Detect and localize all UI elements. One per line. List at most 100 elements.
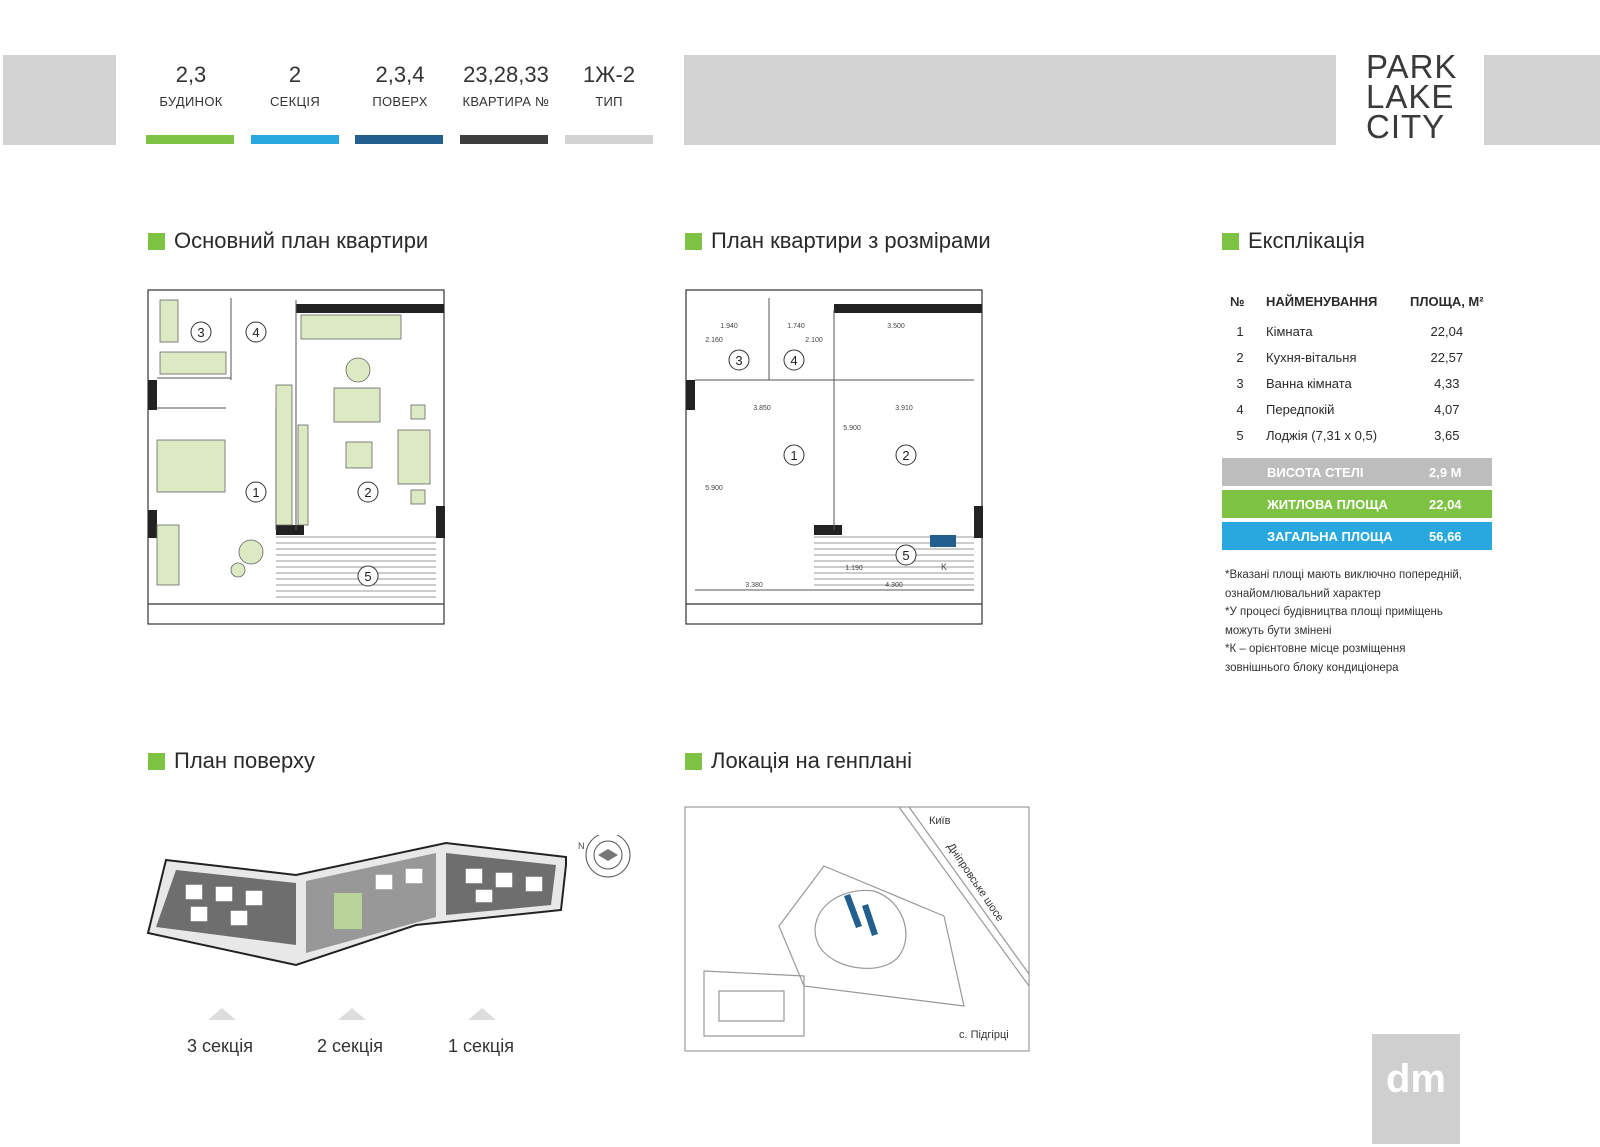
coffee-table (345, 441, 373, 469)
map-label-kyiv: Київ (929, 815, 951, 827)
dining-table (345, 357, 371, 383)
location-title: Локація на генплані (685, 748, 912, 774)
armchair (397, 429, 431, 485)
location-title-text: Локація на генплані (711, 748, 912, 773)
building-bar (146, 135, 234, 144)
total-area-bar: ЗАГАЛЬНА ПЛОЩА 56,66 (1222, 522, 1492, 550)
kitchen-counter (300, 314, 402, 340)
row-number: 5 (1236, 427, 1244, 443)
main-plan-title-text: Основний план квартири (174, 228, 429, 253)
apartment-value: 23,28,33 (463, 62, 549, 87)
dim-label: 2.100 (805, 337, 823, 344)
bathroom-fixture (159, 299, 179, 343)
section-marker (685, 233, 702, 250)
logo-line-3: CITY (1366, 108, 1446, 145)
compass-north-label: N (578, 841, 585, 851)
ceiling-height-bar: ВИСОТА СТЕЛІ 2,9 М (1222, 458, 1492, 486)
row-number: 2 (1236, 349, 1244, 365)
section-marker (148, 753, 165, 770)
table-row: 2 Кухня-вітальня 22,57 (1222, 344, 1492, 370)
room-2-marker: 2 (364, 485, 371, 500)
room-1-marker: 1 (790, 448, 797, 463)
row-area: 4,07 (1434, 401, 1460, 417)
header-apartment: 23,28,33 КВАРТИРА № (460, 60, 552, 109)
room-3-marker: 3 (197, 325, 204, 340)
section-2-arrow-icon (338, 1008, 366, 1020)
footnotes: *Вказані площі мають виключно попередній… (1225, 566, 1505, 677)
dim-label: 1.190 (845, 565, 863, 572)
row-area: 22,04 (1430, 323, 1464, 339)
location-map: Київ Дніпровське шосе с. Підгірці (684, 806, 1030, 1052)
section-marker (1222, 233, 1239, 250)
row-number: 3 (1236, 375, 1244, 391)
header-building: 2,3 БУДИНОК (146, 60, 236, 109)
col-number: № (1230, 293, 1245, 309)
section-1-arrow-icon (468, 1008, 496, 1020)
explication-title-text: Експлікація (1248, 228, 1365, 253)
header-left-block (3, 55, 116, 145)
sofa (333, 387, 381, 423)
living-area-value: 22,04 (1429, 497, 1462, 512)
wardrobe (275, 384, 293, 526)
room-4-marker: 4 (252, 325, 259, 340)
dim-label: 3.380 (745, 582, 763, 589)
row-area: 4,33 (1434, 375, 1460, 391)
dim-label: 5.900 (705, 485, 723, 492)
section-value: 2 (288, 62, 302, 87)
section-bar (251, 135, 339, 144)
desk (156, 524, 180, 586)
room-2-marker: 2 (902, 448, 909, 463)
living-area-bar: ЖИТЛОВА ПЛОЩА 22,04 (1222, 490, 1492, 518)
apartment-bar (460, 135, 548, 144)
dim-label: 1.740 (787, 323, 805, 330)
section-2-label: 2 секція (317, 1036, 383, 1056)
ceiling-height-value: 2,9 М (1429, 465, 1462, 480)
total-area-label: ЗАГАЛЬНА ПЛОЩА (1267, 529, 1393, 544)
row-name: Ванна кімната (1266, 375, 1352, 391)
note-line: *Вказані площі мають виключно попередній… (1225, 569, 1462, 581)
floor-bar (355, 135, 443, 144)
section-marker (685, 753, 702, 770)
room-5-marker: 5 (902, 548, 909, 563)
dim-label: 2.160 (705, 337, 723, 344)
header-type: 1Ж-2 ТИП (564, 60, 654, 109)
header-middle-block (684, 55, 1336, 145)
developer-logo: dm (1372, 1034, 1460, 1144)
row-number: 4 (1236, 401, 1244, 417)
explication-title: Експлікація (1222, 228, 1365, 254)
map-label-village: с. Підгірці (959, 1029, 1009, 1041)
row-name: Лоджія (7,31 x 0,5) (1266, 427, 1378, 443)
building-label: БУДИНОК (159, 94, 223, 109)
type-value: 1Ж-2 (582, 62, 636, 87)
dim-label: 3.850 (753, 405, 771, 412)
table-row: 3 Ванна кімната 4,33 (1222, 370, 1492, 396)
highlighted-apartment (334, 893, 362, 929)
header-right-block (1484, 55, 1600, 145)
building-value: 2,3 (175, 62, 207, 87)
row-number: 1 (1236, 323, 1244, 339)
bathtub (159, 351, 227, 375)
note-line: *У процесі будівництва площі приміщень (1225, 606, 1443, 618)
section-1-label: 1 секція (448, 1036, 514, 1056)
ac-mark-label: K (941, 562, 947, 572)
dim-label: 3.910 (895, 405, 913, 412)
note-line: можуть бути змінені (1225, 624, 1332, 637)
ceiling-height-label: ВИСОТА СТЕЛІ (1267, 465, 1364, 480)
col-name: НАЙМЕНУВАННЯ (1266, 293, 1378, 309)
note-line: зовнішнього блоку кондиціонера (1225, 661, 1399, 674)
table-row: 5 Лоджія (7,31 x 0,5) 3,65 (1222, 422, 1492, 448)
section-marker (148, 233, 165, 250)
room-4-marker: 4 (790, 353, 797, 368)
dim-label: 4.300 (885, 582, 903, 589)
section-label: СЕКЦІЯ (269, 94, 321, 109)
row-name: Передпокій (1266, 401, 1335, 417)
col-area: ПЛОЩА, М² (1410, 293, 1484, 309)
row-name: Кухня-вітальня (1266, 349, 1357, 365)
table-row: 1 Кімната 22,04 (1222, 318, 1492, 344)
park-lake-city-logo: PARK LAKE CITY (1366, 50, 1458, 145)
room-3-marker: 3 (735, 353, 742, 368)
note-line: *К – орієнтовне місце розміщення (1225, 643, 1406, 655)
shelf (297, 424, 309, 526)
explication-header-row: № НАЙМЕНУВАННЯ ПЛОЩА, М² (1222, 284, 1492, 318)
note-line: ознайомлювальний характер (1225, 587, 1381, 600)
